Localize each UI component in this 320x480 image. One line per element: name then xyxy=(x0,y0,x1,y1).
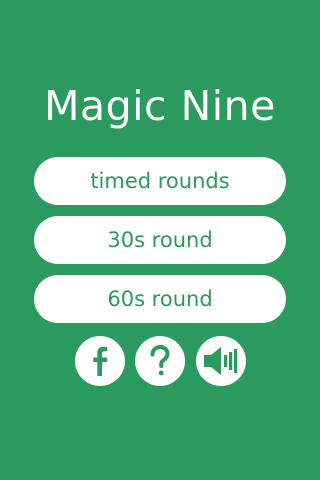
30s-round-button[interactable]: 30s round xyxy=(34,216,286,264)
speaker-volume-icon xyxy=(204,347,238,375)
game-main-menu: Magic Nine timed rounds 30s round 60s ro… xyxy=(0,0,320,480)
sound-toggle-button[interactable] xyxy=(196,336,246,386)
60s-round-button[interactable]: 60s round xyxy=(34,275,286,323)
facebook-button[interactable] xyxy=(75,336,125,386)
help-button[interactable] xyxy=(135,336,185,386)
question-mark-icon xyxy=(150,344,170,376)
facebook-icon xyxy=(93,346,108,376)
timed-rounds-button[interactable]: timed rounds xyxy=(34,157,286,205)
game-title: Magic Nine xyxy=(44,82,276,130)
